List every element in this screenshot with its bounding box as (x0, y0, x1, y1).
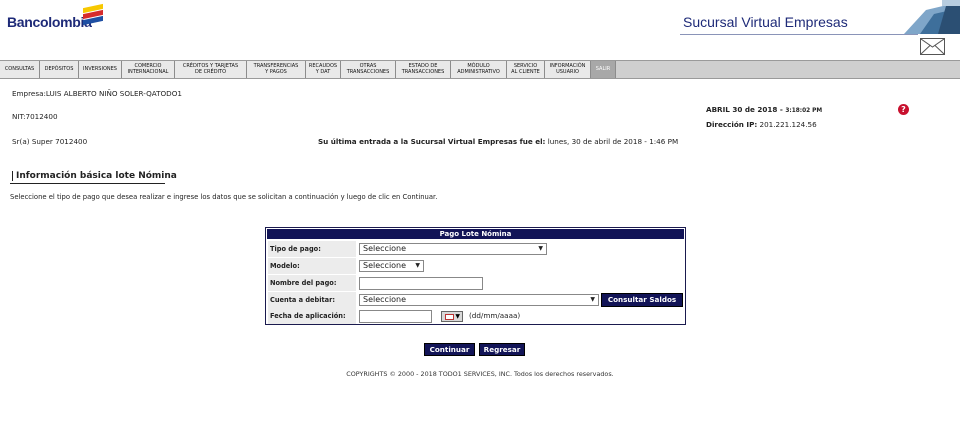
row-modelo: Modelo: Seleccione ▼ (268, 258, 683, 275)
cuenta-debitar-label: Cuenta a debitar: (268, 292, 356, 308)
form-header: Pago Lote Nómina (267, 229, 684, 239)
section-title: Información básica lote Nómina (12, 171, 177, 181)
cuenta-debitar-value: Seleccione (363, 295, 407, 304)
last-entry-value: lunes, 30 de abril de 2018 - 1:46 PM (545, 137, 679, 146)
nav-transferencias-pagos[interactable]: TRANSFERENCIAS Y PAGOS (247, 61, 306, 78)
current-date: ABRIL 30 de 2018 - 3:18:02 PM (706, 105, 822, 114)
modelo-label: Modelo: (268, 258, 356, 274)
envelope-icon[interactable] (920, 38, 945, 55)
continuar-button[interactable]: Continuar (424, 343, 475, 356)
user-text: Sr(a) Super 7012400 (12, 137, 88, 146)
site-title: Sucursal Virtual Empresas (683, 14, 848, 30)
row-tipo-pago: Tipo de pago: Seleccione ▼ (268, 241, 683, 258)
fecha-aplicacion-label: Fecha de aplicación: (268, 308, 356, 324)
row-cuenta-debitar: Cuenta a debitar: Seleccione ▼ Consultar… (268, 292, 683, 309)
nav-creditos-tarjetas[interactable]: CRÉDITOS Y TARJETAS DE CRÉDITO (175, 61, 247, 78)
tipo-pago-select[interactable]: Seleccione ▼ (359, 243, 547, 255)
corner-photo-graphic (898, 0, 960, 34)
nav-servicio-cliente[interactable]: SERVICIO AL CLIENTE (507, 61, 545, 78)
date-format-hint: (dd/mm/aaaa) (469, 311, 521, 320)
modelo-select[interactable]: Seleccione ▼ (359, 260, 424, 272)
nav-consultas[interactable]: CONSULTAS (0, 61, 40, 78)
main-menu: CONSULTAS DEPÓSITOS INVERSIONES COMERCIO… (0, 60, 960, 79)
row-nombre-pago: Nombre del pago: (268, 275, 683, 292)
chevron-down-icon: ▼ (415, 262, 420, 269)
nombre-pago-label: Nombre del pago: (268, 275, 356, 291)
nombre-pago-input[interactable] (359, 277, 483, 290)
bancolombia-logo[interactable]: Bancolombia (7, 3, 103, 35)
nav-comercio-internacional[interactable]: COMERCIO INTERNACIONAL (122, 61, 175, 78)
instructions-text: Seleccione el tipo de pago que desea rea… (10, 193, 438, 201)
help-icon[interactable]: ? (898, 104, 909, 115)
nav-otras-transacciones[interactable]: OTRAS TRANSACCIONES (341, 61, 396, 78)
nav-salir[interactable]: SALIR (591, 61, 616, 78)
tipo-pago-label: Tipo de pago: (268, 241, 356, 257)
nav-inversiones[interactable]: INVERSIONES (79, 61, 122, 78)
nav-recaudos[interactable]: RECAUDOS Y DAT (306, 61, 341, 78)
calendar-icon[interactable]: ▼ (441, 311, 463, 322)
header: Bancolombia Sucursal Virtual Empresas (0, 0, 960, 58)
row-fecha-aplicacion: Fecha de aplicación: ▼ (dd/mm/aaaa) (268, 308, 683, 325)
section-underline (10, 183, 165, 184)
logo-mark-icon (83, 3, 107, 26)
ip-label: Dirección IP: (706, 120, 758, 129)
regresar-button[interactable]: Regresar (479, 343, 525, 356)
current-date-label: ABRIL 30 de 2018 - (706, 105, 786, 114)
consultar-saldos-button[interactable]: Consultar Saldos (601, 293, 683, 307)
last-entry: Su última entrada a la Sucursal Virtual … (318, 137, 678, 146)
last-entry-label: Su última entrada a la Sucursal Virtual … (318, 137, 546, 146)
ip-address: Dirección IP: 201.221.124.56 (706, 120, 817, 129)
nit-text: NIT:7012400 (12, 112, 58, 121)
copyright-footer: COPYRIGHTS © 2000 - 2018 TODO1 SERVICES,… (346, 370, 614, 378)
tipo-pago-value: Seleccione (363, 244, 407, 253)
cuenta-debitar-select[interactable]: Seleccione ▼ (359, 294, 599, 306)
logo-text: Bancolombia (7, 14, 92, 30)
nav-modulo-administrativo[interactable]: MÓDULO ADMINISTRATIVO (451, 61, 507, 78)
title-divider (680, 34, 918, 35)
nav-informacion-usuario[interactable]: INFORMACIÓN USUARIO (545, 61, 591, 78)
ip-value: 201.221.124.56 (757, 120, 817, 129)
nav-filler (616, 61, 960, 78)
nav-estado-transacciones[interactable]: ESTADO DE TRANSACCIONES (396, 61, 451, 78)
chevron-down-icon: ▼ (538, 245, 543, 252)
modelo-value: Seleccione (363, 261, 407, 270)
current-time: 3:18:02 PM (785, 108, 823, 114)
empresa-text: Empresa:LUIS ALBERTO NIÑO SOLER-QATODO1 (12, 89, 182, 98)
nav-depositos[interactable]: DEPÓSITOS (40, 61, 79, 78)
pago-lote-nomina-form: Pago Lote Nómina Tipo de pago: Seleccion… (265, 227, 686, 325)
chevron-down-icon: ▼ (590, 296, 595, 303)
fecha-aplicacion-input[interactable] (359, 310, 432, 323)
